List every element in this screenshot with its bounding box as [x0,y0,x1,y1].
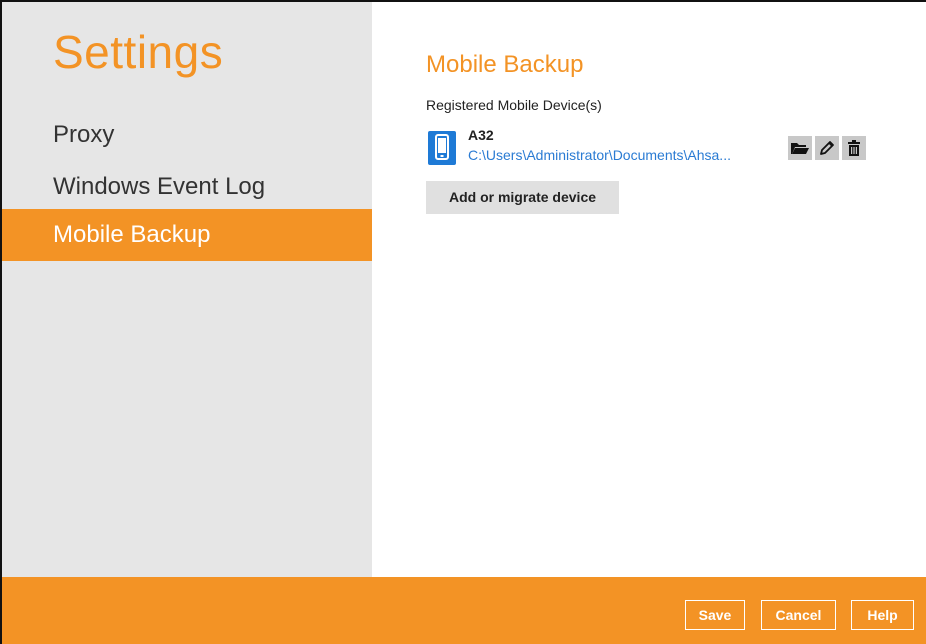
pencil-icon[interactable] [815,136,839,160]
mobile-phone-icon [428,131,456,165]
folder-open-icon[interactable] [788,136,812,160]
settings-window: Settings Proxy Windows Event Log Mobile … [0,0,926,644]
sidebar: Settings Proxy Windows Event Log Mobile … [2,2,372,577]
registered-devices-label: Registered Mobile Device(s) [426,97,602,113]
device-row: A32 C:\Users\Administrator\Documents\Ahs… [428,126,868,166]
device-path-link[interactable]: C:\Users\Administrator\Documents\Ahsa... [468,147,774,163]
save-button[interactable]: Save [685,600,745,630]
device-name: A32 [468,127,494,143]
sidebar-item-mobile-backup[interactable]: Mobile Backup [2,209,372,261]
add-or-migrate-device-button[interactable]: Add or migrate device [426,181,619,214]
sidebar-item-windows-event-log[interactable]: Windows Event Log [2,161,372,213]
help-button[interactable]: Help [851,600,914,630]
page-title: Mobile Backup [426,51,584,78]
footer-bar: Save Cancel Help [2,577,926,644]
trash-icon[interactable] [842,136,866,160]
cancel-button[interactable]: Cancel [761,600,836,630]
main-panel: Mobile Backup Registered Mobile Device(s… [372,2,926,577]
sidebar-title: Settings [53,26,224,78]
sidebar-item-proxy[interactable]: Proxy [2,109,372,161]
